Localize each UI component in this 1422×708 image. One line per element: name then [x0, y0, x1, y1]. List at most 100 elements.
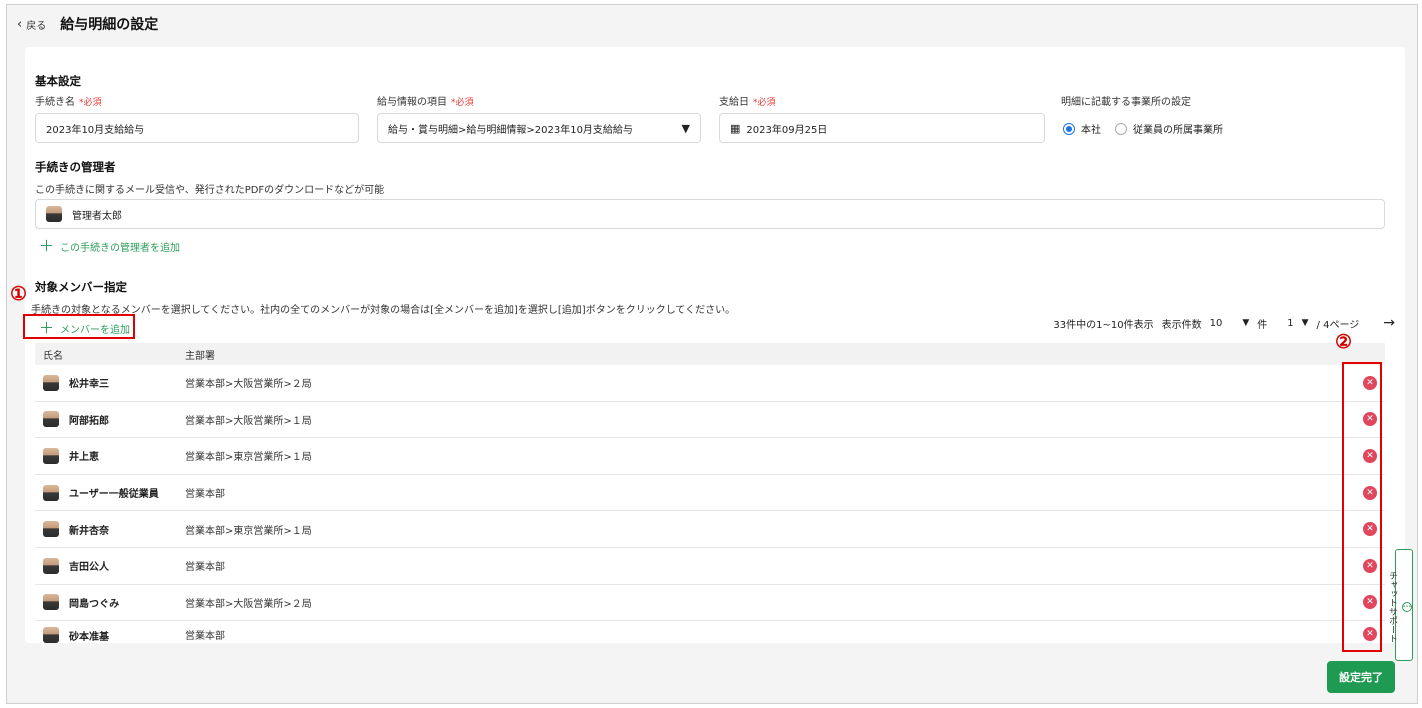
required-mark: *必須: [79, 98, 102, 108]
table-row: ユーザー一般従業員 営業本部 ✕: [35, 475, 1385, 512]
member-name-cell: ユーザー一般従業員: [35, 484, 185, 501]
member-dept: 営業本部>東京営業所>１局: [185, 452, 312, 464]
chat-bubble-icon: •••: [1402, 602, 1412, 612]
member-dept: 営業本部>大阪営業所>１局: [185, 415, 312, 427]
avatar: [43, 521, 59, 538]
members-title: 対象メンバー指定: [35, 280, 127, 294]
avatar: [46, 206, 62, 222]
member-name: 阿部拓郎: [69, 415, 109, 427]
table-row: 井上恵 営業本部>東京営業所>１局 ✕: [35, 438, 1385, 475]
member-dept: 営業本部: [185, 489, 225, 501]
member-name-cell: 井上恵: [35, 447, 185, 464]
member-name: 松井幸三: [69, 379, 109, 391]
page-title: 給与明細の設定: [60, 17, 159, 33]
avatar: [43, 627, 59, 644]
member-name: 岡島つぐみ: [69, 598, 120, 610]
avatar: [43, 411, 59, 428]
arrow-right-icon[interactable]: →: [1383, 315, 1395, 331]
per-page-unit: 件: [1257, 319, 1268, 331]
member-name: 新井杏奈: [69, 525, 109, 537]
members-description: 手続きの対象となるメンバーを選択してください。社内の全てのメンバーが対象の場合は…: [31, 305, 736, 316]
chat-support-tab[interactable]: ••• チャットサポート: [1387, 549, 1413, 661]
pay-date-label-text: 支給日: [719, 97, 749, 108]
procedure-name-label-text: 手続き名: [35, 97, 75, 108]
member-name: ユーザー一般従業員: [69, 489, 159, 501]
admins-title: 手続きの管理者: [35, 160, 116, 174]
admin-name: 管理者太郎: [72, 210, 122, 222]
table-row: 阿部拓郎 営業本部>大阪営業所>１局 ✕: [35, 402, 1385, 439]
member-dept: 営業本部: [185, 562, 225, 574]
column-name: 氏名: [43, 350, 63, 362]
member-name-cell: 松井幸三: [35, 374, 185, 391]
table-row: 吉田公人 営業本部 ✕: [35, 548, 1385, 585]
chevron-left-icon: ‹: [17, 16, 23, 32]
caret-down-icon[interactable]: ▼: [1302, 318, 1309, 328]
procedure-name-label: 手続き名 *必須: [35, 93, 102, 108]
caret-down-icon[interactable]: ▼: [1242, 318, 1249, 328]
settings-card: 基本設定 手続き名 *必須 2023年10月支給給与 給与情報の項目 *必須 給与・…: [25, 47, 1405, 644]
basic-settings-title: 基本設定: [35, 74, 81, 88]
calendar-icon: ▦: [730, 121, 741, 135]
procedure-name-input[interactable]: 2023年10月支給給与: [35, 113, 359, 143]
member-dept: 営業本部>東京営業所>１局: [185, 525, 312, 537]
add-admin-label: この手続きの管理者を追加: [60, 243, 181, 254]
page-header: ‹ 戻る 給与明細の設定: [17, 15, 158, 33]
per-page-select[interactable]: 10: [1210, 318, 1223, 329]
member-name-cell: 阿部拓郎: [35, 411, 185, 428]
pagination: 33件中の1~10件表示 表示件数 10 ▼ 件 1 ▼ / 4ページ →: [1053, 315, 1395, 331]
required-mark: *必須: [753, 98, 776, 108]
radio-head-office[interactable]: [1063, 122, 1075, 135]
member-name-cell: 吉田公人: [35, 557, 185, 574]
back-button[interactable]: ‹ 戻る: [17, 17, 46, 32]
annotation-box-remove-icons: [1342, 362, 1382, 652]
table-row: 松井幸三 営業本部>大阪営業所>２局 ✕: [35, 365, 1385, 402]
member-dept: 営業本部: [185, 631, 225, 643]
members-table-body: 松井幸三 営業本部>大阪営業所>２局 ✕ 阿部拓郎 営業本部>大阪営業所>１局 …: [35, 365, 1385, 644]
page-select[interactable]: 1: [1287, 318, 1293, 329]
admin-list-field[interactable]: 管理者太郎: [35, 199, 1385, 229]
pay-date-label: 支給日 *必須: [719, 93, 776, 108]
avatar: [43, 594, 59, 611]
procedure-name-value: 2023年10月支給給与: [46, 124, 145, 136]
pay-date-input[interactable]: ▦ 2023年09月25日: [719, 113, 1045, 143]
app-frame: ‹ 戻る 給与明細の設定 基本設定 手続き名 *必須 2023年10月支給給与 給…: [6, 4, 1418, 704]
member-name: 吉田公人: [69, 562, 109, 574]
office-setting-label: 明細に記載する事業所の設定: [1061, 97, 1191, 108]
pagination-summary: 33件中の1~10件表示: [1053, 319, 1154, 331]
member-name-cell: 岡島つぐみ: [35, 594, 185, 611]
per-page-label: 表示件数: [1161, 319, 1202, 331]
back-label: 戻る: [26, 20, 47, 32]
table-row: 新井杏奈 営業本部>東京営業所>１局 ✕: [35, 511, 1385, 548]
radio-employee-office-label: 従業員の所属事業所: [1133, 125, 1223, 136]
add-admin-link[interactable]: ＋ この手続きの管理者を追加: [39, 237, 181, 255]
member-dept: 営業本部>大阪営業所>２局: [185, 598, 312, 610]
salary-item-value: 給与・賞与明細>給与明細情報>2023年10月支給給与: [388, 124, 633, 136]
member-name: 砂本准基: [69, 631, 109, 643]
avatar: [43, 484, 59, 501]
table-row: 岡島つぐみ 営業本部>大阪営業所>２局 ✕: [35, 585, 1385, 622]
salary-item-label-text: 給与情報の項目: [377, 97, 447, 108]
avatar: [43, 374, 59, 391]
member-name-cell: 砂本准基: [35, 627, 185, 644]
chat-support-label: チャットサポート: [1387, 571, 1397, 643]
office-radio-group: 本社 従業員の所属事業所: [1063, 121, 1223, 136]
column-dept: 主部署: [185, 350, 215, 362]
required-mark: *必須: [451, 98, 474, 108]
annotation-number-1: ①: [10, 283, 28, 305]
radio-employee-office[interactable]: [1115, 122, 1127, 135]
avatar: [43, 557, 59, 574]
salary-item-select[interactable]: 給与・賞与明細>給与明細情報>2023年10月支給給与 ▼: [377, 113, 701, 143]
annotation-box-add-member: [23, 314, 135, 339]
pay-date-value: 2023年09月25日: [746, 124, 828, 136]
member-name: 井上恵: [69, 452, 99, 464]
radio-head-office-label: 本社: [1081, 125, 1101, 136]
annotation-number-2: ②: [1335, 331, 1353, 353]
member-dept: 営業本部>大阪営業所>２局: [185, 379, 312, 391]
settings-complete-button[interactable]: 設定完了: [1327, 661, 1395, 693]
avatar: [43, 447, 59, 464]
salary-item-label: 給与情報の項目 *必須: [377, 93, 474, 108]
members-table-header: 氏名 主部署: [35, 343, 1385, 365]
plus-icon: ＋: [39, 237, 55, 255]
member-name-cell: 新井杏奈: [35, 521, 185, 538]
page-suffix: / 4ページ: [1316, 319, 1360, 331]
